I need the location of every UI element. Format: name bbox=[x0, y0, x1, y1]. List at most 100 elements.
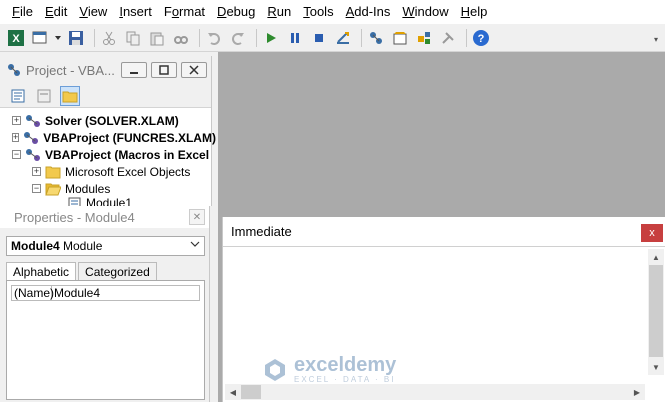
object-name: Module4 bbox=[11, 239, 60, 253]
tree-item[interactable]: − Modules bbox=[0, 180, 211, 197]
horizontal-scrollbar[interactable]: ◀ ▶ bbox=[225, 384, 645, 400]
folder-icon bbox=[45, 165, 61, 179]
object-type: Module bbox=[63, 239, 103, 253]
undo-icon[interactable] bbox=[204, 28, 224, 48]
toggle-folders-icon[interactable] bbox=[60, 85, 80, 106]
vba-project-icon bbox=[25, 114, 41, 128]
scroll-thumb[interactable] bbox=[649, 265, 663, 357]
run-icon[interactable] bbox=[261, 28, 281, 48]
tree-item[interactable]: + VBAProject (FUNCRES.XLAM) bbox=[0, 129, 216, 146]
chevron-down-icon[interactable] bbox=[190, 239, 200, 252]
watermark-tagline: EXCEL · DATA · BI bbox=[294, 375, 396, 384]
menu-tools[interactable]: Tools bbox=[297, 0, 339, 24]
object-selector[interactable]: Module4 Module bbox=[6, 236, 205, 256]
toolbar-separator bbox=[256, 28, 257, 47]
view-object-icon[interactable] bbox=[34, 86, 54, 106]
open-folder-icon bbox=[45, 182, 61, 196]
expand-icon[interactable]: + bbox=[12, 133, 20, 142]
menu-view[interactable]: View bbox=[73, 0, 113, 24]
project-explorer: Project - VBA... + Solver (SOLVER.XLAM) … bbox=[0, 56, 216, 209]
exceldemy-watermark: exceldemy EXCEL · DATA · BI bbox=[262, 355, 396, 385]
property-value[interactable]: Module4 bbox=[52, 286, 100, 300]
menu-bar: File Edit View Insert Format Debug Run T… bbox=[0, 0, 665, 24]
tree-item[interactable]: + Microsoft Excel Objects bbox=[0, 163, 211, 180]
immediate-title: Immediate bbox=[231, 224, 292, 239]
project-explorer-icon[interactable] bbox=[366, 28, 386, 48]
svg-text:X: X bbox=[12, 33, 20, 45]
menu-debug[interactable]: Debug bbox=[211, 0, 261, 24]
view-excel-icon[interactable]: X bbox=[6, 28, 26, 48]
menu-file[interactable]: File bbox=[6, 0, 39, 24]
menu-format[interactable]: Format bbox=[158, 0, 211, 24]
project-explorer-toolbar bbox=[0, 84, 211, 108]
standard-toolbar: X ? ▾ bbox=[0, 24, 665, 52]
vba-project-icon bbox=[23, 131, 39, 145]
redo-icon[interactable] bbox=[228, 28, 248, 48]
watermark-name: exceldemy bbox=[294, 354, 397, 376]
project-tree: + Solver (SOLVER.XLAM) + VBAProject (FUN… bbox=[0, 108, 216, 209]
expand-icon[interactable]: + bbox=[32, 167, 41, 176]
project-explorer-title-bar: Project - VBA... bbox=[0, 56, 211, 84]
tree-item[interactable]: − VBAProject (Macros in Excel bbox=[0, 146, 211, 163]
cut-icon[interactable] bbox=[99, 28, 119, 48]
close-button[interactable]: ✕ bbox=[189, 209, 205, 225]
expand-icon[interactable]: + bbox=[12, 116, 21, 125]
tree-item-label: VBAProject (FUNCRES.XLAM) bbox=[43, 130, 216, 145]
scroll-up-icon[interactable]: ▲ bbox=[648, 249, 664, 265]
view-code-icon[interactable] bbox=[8, 86, 28, 106]
paste-icon[interactable] bbox=[147, 28, 167, 48]
save-icon[interactable] bbox=[66, 28, 86, 48]
copy-icon[interactable] bbox=[123, 28, 143, 48]
menu-add-ins[interactable]: Add-Ins bbox=[340, 0, 397, 24]
properties-window-icon[interactable] bbox=[390, 28, 410, 48]
tree-item-label: Modules bbox=[65, 181, 111, 196]
menu-insert[interactable]: Insert bbox=[113, 0, 158, 24]
tab-alphabetic[interactable]: Alphabetic bbox=[6, 262, 77, 280]
immediate-title-bar: Immediate x bbox=[223, 217, 665, 247]
tree-item[interactable]: + Solver (SOLVER.XLAM) bbox=[0, 112, 211, 129]
menu-help[interactable]: Help bbox=[455, 0, 494, 24]
scroll-right-icon[interactable]: ▶ bbox=[629, 384, 645, 400]
properties-title: Properties - Module4 bbox=[14, 209, 135, 225]
properties-title-bar: Properties - Module4 ✕ bbox=[0, 206, 209, 228]
maximize-button[interactable] bbox=[151, 62, 177, 78]
close-button[interactable] bbox=[181, 62, 207, 78]
project-explorer-title: Project - VBA... bbox=[26, 62, 115, 78]
find-icon[interactable] bbox=[171, 28, 191, 48]
help-icon[interactable]: ? bbox=[471, 28, 491, 48]
scroll-thumb[interactable] bbox=[241, 385, 261, 399]
toolbar-separator bbox=[94, 28, 95, 47]
menu-edit[interactable]: Edit bbox=[39, 0, 73, 24]
insert-userform-icon[interactable] bbox=[30, 28, 50, 48]
vba-project-icon bbox=[25, 148, 41, 162]
dropdown-arrow-icon[interactable] bbox=[54, 28, 62, 48]
properties-grid: (Name) Module4 bbox=[6, 280, 205, 400]
scroll-down-icon[interactable]: ▼ bbox=[648, 359, 664, 375]
tab-categorized[interactable]: Categorized bbox=[78, 262, 157, 280]
toolbar-separator bbox=[199, 28, 200, 47]
toolbar-overflow-icon[interactable]: ▾ bbox=[651, 30, 661, 48]
collapse-icon[interactable]: − bbox=[12, 150, 21, 159]
toolbar-separator bbox=[466, 28, 467, 47]
tree-item-label: Microsoft Excel Objects bbox=[65, 164, 191, 179]
scroll-left-icon[interactable]: ◀ bbox=[225, 384, 241, 400]
design-mode-icon[interactable] bbox=[333, 28, 353, 48]
tree-item-label: VBAProject (Macros in Excel bbox=[45, 147, 210, 162]
close-button[interactable]: x bbox=[641, 224, 663, 242]
break-icon[interactable] bbox=[285, 28, 305, 48]
collapse-icon[interactable]: − bbox=[32, 184, 41, 193]
properties-tabs: Alphabetic Categorized bbox=[6, 262, 205, 280]
vertical-scrollbar[interactable]: ▲ ▼ bbox=[648, 249, 664, 375]
property-row[interactable]: (Name) Module4 bbox=[11, 285, 200, 301]
toolbox-icon[interactable] bbox=[438, 28, 458, 48]
tree-item-label: Solver (SOLVER.XLAM) bbox=[45, 113, 179, 128]
minimize-button[interactable] bbox=[121, 62, 147, 78]
exceldemy-logo-icon bbox=[262, 357, 288, 383]
object-browser-icon[interactable] bbox=[414, 28, 434, 48]
menu-window[interactable]: Window bbox=[396, 0, 454, 24]
property-name: (Name) bbox=[14, 286, 55, 300]
properties-window: Properties - Module4 ✕ Module4 Module Al… bbox=[0, 206, 210, 402]
project-explorer-icon bbox=[6, 62, 22, 78]
reset-icon[interactable] bbox=[309, 28, 329, 48]
menu-run[interactable]: Run bbox=[261, 0, 297, 24]
